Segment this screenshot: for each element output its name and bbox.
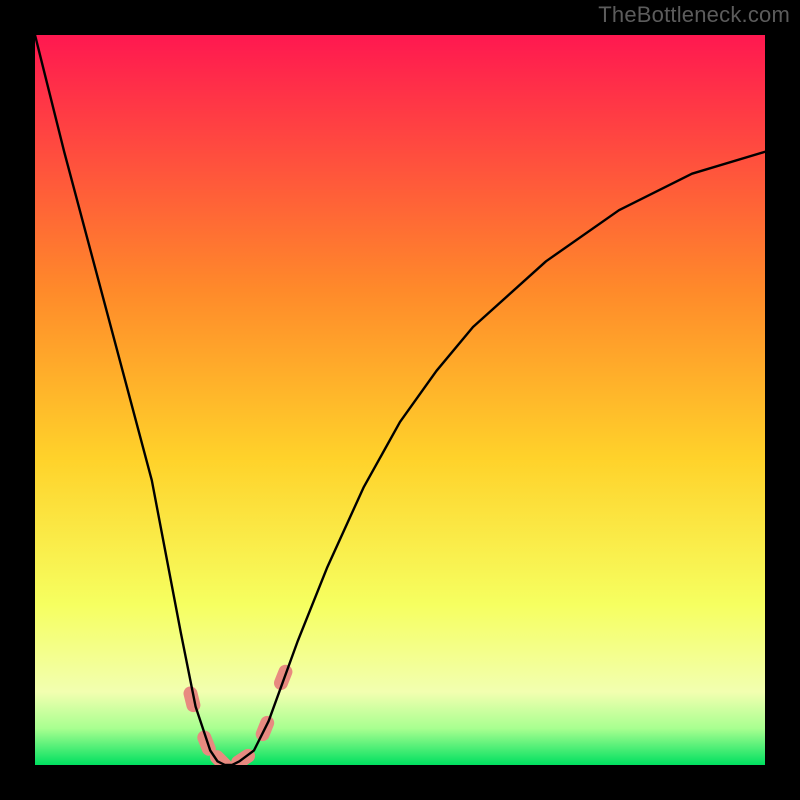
watermark-text: TheBottleneck.com (598, 2, 790, 28)
curve-layer (35, 35, 765, 765)
bottleneck-curve (35, 35, 765, 765)
plot-area (35, 35, 765, 765)
marker-4 (228, 746, 257, 765)
chart-container: TheBottleneck.com (0, 0, 800, 800)
marker-6 (272, 663, 295, 692)
